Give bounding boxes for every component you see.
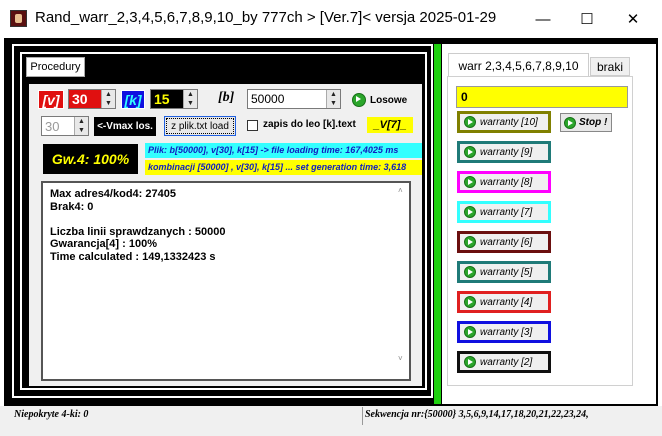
warranty-button[interactable]: warranty [8]	[457, 171, 551, 193]
status-uncovered: Niepokryte 4-ki: 0	[14, 409, 89, 420]
b-input[interactable]: 50000 ▲ ▼	[247, 89, 341, 109]
tab-warr[interactable]: warr 2,3,4,5,6,7,8,9,10	[448, 53, 589, 77]
b-spin-arrows[interactable]: ▲ ▼	[326, 90, 340, 108]
tab-procedury[interactable]: Procedury	[26, 57, 85, 77]
warranty-button[interactable]: warranty [10]	[457, 111, 551, 133]
warranty-button[interactable]: warranty [4]	[457, 291, 551, 313]
play-icon	[464, 326, 476, 338]
scroll-up-icon[interactable]: ˄	[398, 186, 403, 195]
output-scrollbar[interactable]: ˄ ˅	[394, 183, 409, 379]
minimize-button[interactable]: —	[520, 0, 566, 38]
scroll-down-icon[interactable]: ˅	[398, 354, 403, 363]
output-text: Max adres4/kod4: 27405 Brak4: 0 Liczba lin…	[50, 188, 225, 263]
status-divider	[362, 407, 363, 425]
v-spin-arrows[interactable]: ▲ ▼	[101, 90, 115, 108]
warranty-button[interactable]: warranty [5]	[457, 261, 551, 283]
maximize-button[interactable]: ☐	[564, 0, 610, 38]
window-title: Rand_warr_2,3,4,5,6,7,8,9,10_by 777ch > …	[35, 9, 497, 26]
warranty-label: warranty [6]	[480, 236, 533, 248]
info-line-2: kombinacji [50000] , v[30], k[15] ... se…	[145, 160, 422, 175]
warranty-label: warranty [9]	[480, 146, 533, 158]
app-icon	[10, 10, 27, 27]
guarantee-label: Gw.4: 100%	[43, 144, 138, 174]
losowe-label: Losowe	[370, 94, 408, 106]
play-icon	[464, 116, 476, 128]
play-icon	[464, 146, 476, 158]
stop-label: Stop !	[579, 117, 608, 128]
warranty-label: warranty [10]	[480, 116, 538, 128]
close-button[interactable]: ✕	[610, 0, 656, 38]
warranty-label: warranty [4]	[480, 296, 533, 308]
output-line: Brak4: 0	[50, 200, 94, 213]
vmax-button[interactable]: <-Vmax los.	[94, 117, 156, 136]
maximize-icon: ☐	[580, 11, 594, 28]
minimize-icon: —	[535, 10, 551, 28]
play-icon	[464, 356, 476, 368]
k-label: [k]	[121, 90, 145, 109]
warranty-button[interactable]: warranty [7]	[457, 201, 551, 223]
splitter-bar[interactable]	[434, 44, 441, 404]
info-line-1: Plik: b[50000], v[30], k[15] -> file loa…	[145, 143, 422, 158]
file-load-button[interactable]: z plik.txt load	[164, 116, 236, 136]
vmax-spin-arrows[interactable]: ▲ ▼	[74, 117, 88, 135]
play-icon	[464, 176, 476, 188]
result-display: 0	[456, 86, 628, 108]
warranty-button[interactable]: warranty [3]	[457, 321, 551, 343]
k-spin-arrows[interactable]: ▲ ▼	[183, 90, 197, 108]
warranty-label: warranty [5]	[480, 266, 533, 278]
k-spinner[interactable]: 15 ▲ ▼	[150, 89, 198, 109]
v-value: 30	[72, 91, 88, 107]
play-icon	[464, 296, 476, 308]
version-tag: _V[7]_	[367, 117, 413, 133]
play-icon	[464, 206, 476, 218]
v-label: [v]	[38, 90, 64, 109]
vmax-value: 30	[45, 118, 60, 134]
warranty-label: warranty [2]	[480, 356, 533, 368]
warranty-label: warranty [3]	[480, 326, 533, 338]
warranty-button[interactable]: warranty [2]	[457, 351, 551, 373]
losowe-button[interactable]: Losowe	[352, 93, 407, 107]
close-icon: ✕	[626, 11, 640, 28]
zapis-label: zapis do leo [k].text	[263, 119, 356, 130]
warranty-label: warranty [7]	[480, 206, 533, 218]
output-line: Max adres4/kod4: 27405	[50, 188, 176, 200]
output-line: Gwarancja[4] : 100%	[50, 238, 157, 250]
warranty-button[interactable]: warranty [6]	[457, 231, 551, 253]
output-textarea[interactable]: Max adres4/kod4: 27405 Brak4: 0 Liczba lin…	[41, 181, 411, 381]
warranty-label: warranty [8]	[480, 176, 533, 188]
b-label: [b]	[218, 90, 235, 105]
warranty-button[interactable]: warranty [9]	[457, 141, 551, 163]
v-spinner[interactable]: 30 ▲ ▼	[68, 89, 116, 109]
play-icon	[464, 236, 476, 248]
play-icon	[564, 116, 576, 129]
output-line: Liczba linii sprawdzanych : 50000	[50, 225, 226, 238]
output-line: Time calculated : 149,1332423 s	[50, 250, 216, 263]
status-sequence: Sekwencja nr:{50000} 3,5,6,9,14,17,18,20…	[365, 409, 589, 420]
vmax-spinner[interactable]: 30 ▲ ▼	[41, 116, 89, 136]
play-icon	[464, 266, 476, 278]
k-value: 15	[154, 91, 170, 107]
stop-button[interactable]: Stop !	[560, 113, 612, 132]
play-icon	[352, 93, 366, 107]
b-value: 50000	[251, 92, 285, 106]
tab-braki[interactable]: braki	[590, 57, 630, 76]
zapis-checkbox[interactable]	[247, 120, 258, 131]
